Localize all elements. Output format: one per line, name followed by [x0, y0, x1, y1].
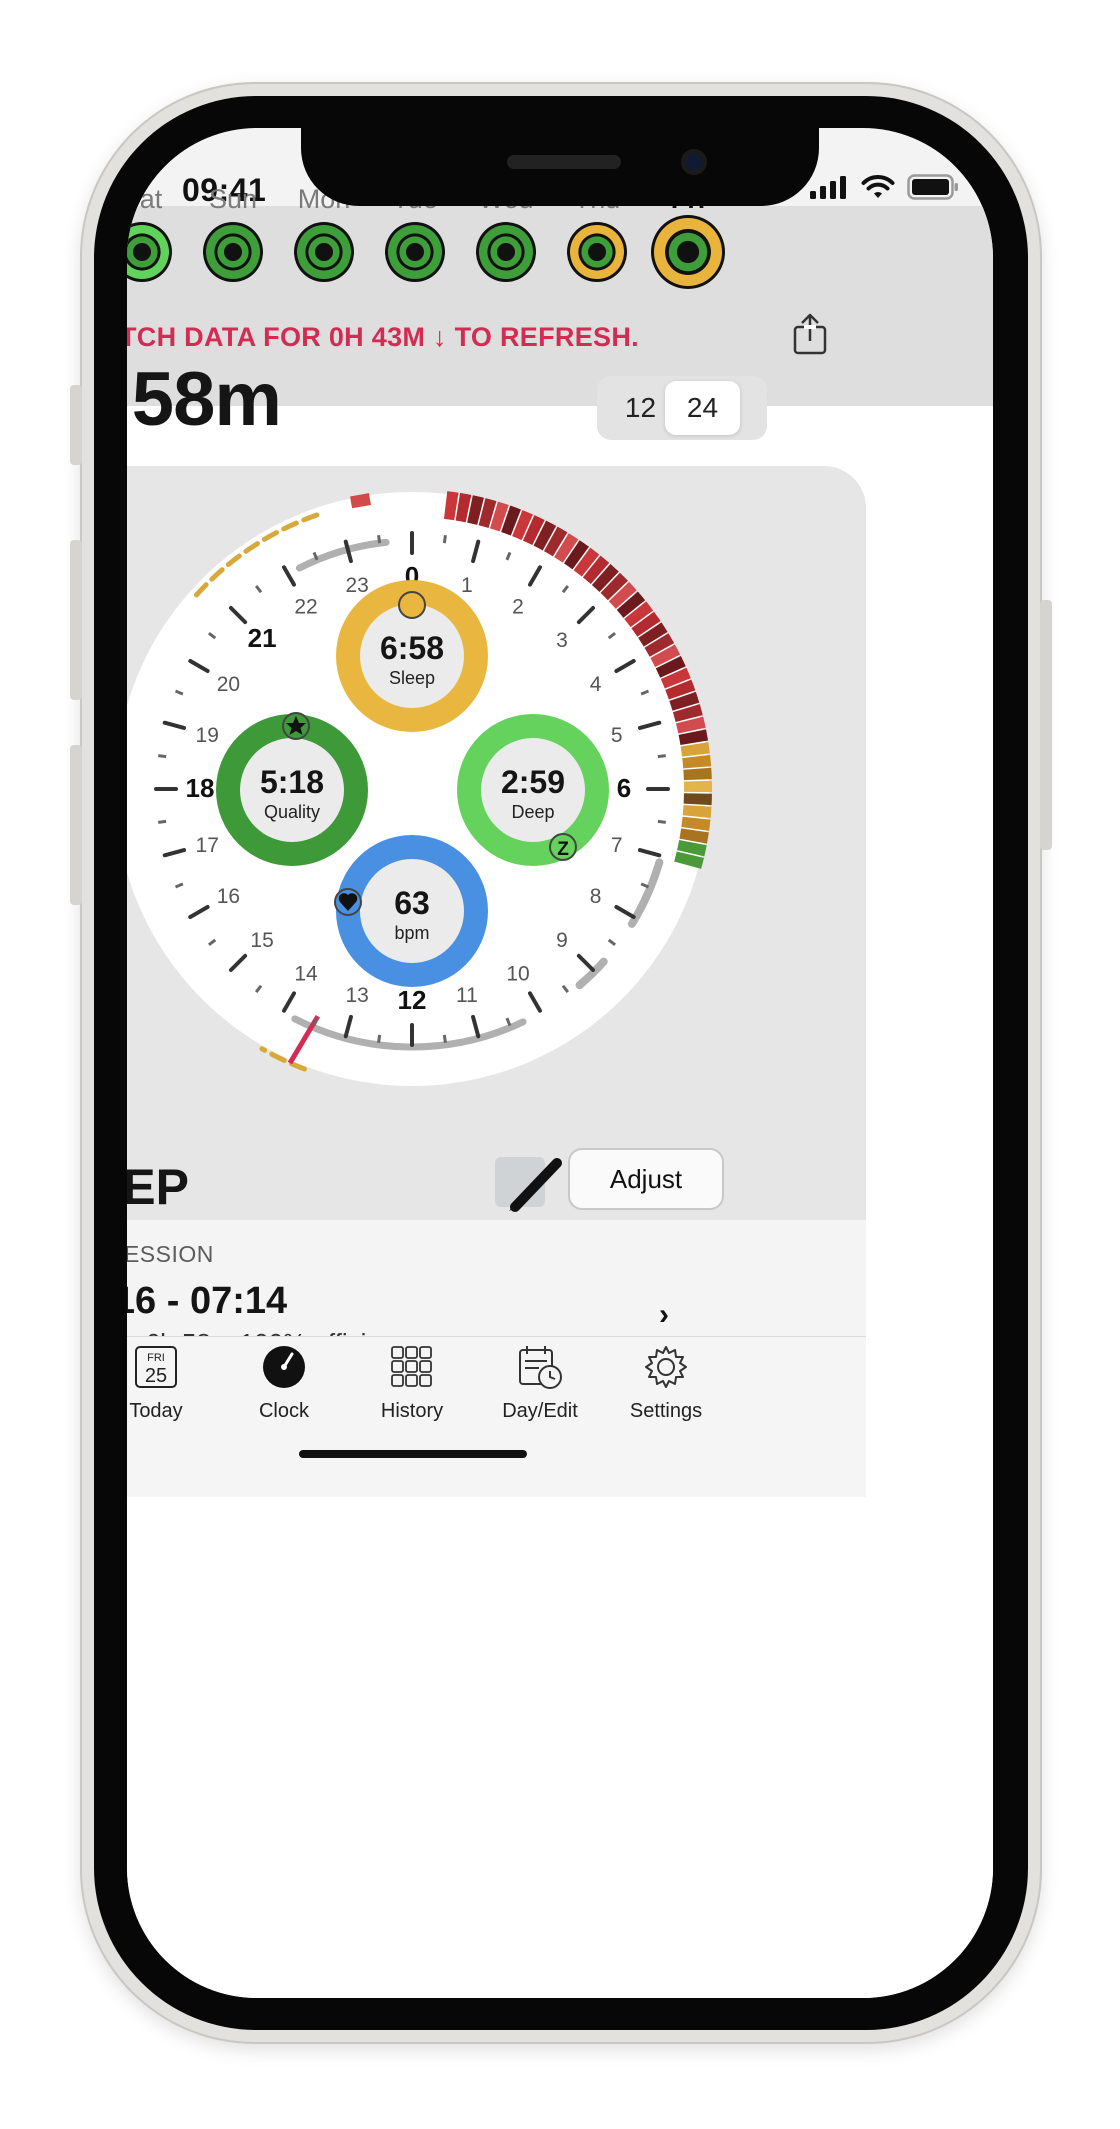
- bedtime-marker: [350, 493, 372, 509]
- heat-segment: [683, 767, 712, 781]
- power-button: [1040, 600, 1052, 850]
- hour-label: 10: [506, 963, 529, 986]
- metric-value: 63: [394, 885, 430, 921]
- tab-settings[interactable]: Settings: [606, 1344, 726, 1423]
- half-hour-tick: [657, 754, 667, 759]
- notch: [301, 128, 819, 206]
- signal-icon: [810, 176, 846, 199]
- hour-label: 15: [250, 929, 273, 952]
- tab-day-edit[interactable]: Day/Edit: [480, 1344, 600, 1423]
- sleep-clock: 0 12345678910111213141516171819202122236:…: [127, 491, 712, 1086]
- metric-value: 6:58: [380, 630, 444, 666]
- metric-heart[interactable]: 63bpm: [336, 835, 488, 987]
- session-time-range: 00:16 - 07:14: [127, 1280, 288, 1322]
- hour-label: 22: [294, 595, 317, 618]
- section-title: SLEEP: [127, 1159, 189, 1215]
- hour-label: 9: [556, 929, 568, 952]
- screen: 09:41 SatSunMonTueWedThuFri NO WATCH DAT…: [127, 128, 993, 1998]
- hour-label: 17: [196, 834, 219, 857]
- hour-label: 12: [398, 985, 427, 1015]
- star-icon: [282, 712, 310, 740]
- tab-label: Settings: [629, 1400, 703, 1422]
- hour-label: 18: [186, 773, 215, 803]
- volume-down-button: [70, 745, 82, 905]
- share-button[interactable]: [792, 313, 828, 360]
- heart-icon: [334, 888, 362, 916]
- day-ring-sat[interactable]: [127, 219, 175, 285]
- metric-label: Deep: [511, 802, 554, 822]
- calendar-icon: FRI25: [135, 1346, 177, 1388]
- day-ring-mon[interactable]: [291, 219, 357, 285]
- camera: [681, 149, 707, 175]
- tab-label: Day/Edit: [502, 1400, 578, 1422]
- half-hour-tick: [157, 819, 167, 824]
- day-ring-wed[interactable]: [473, 219, 539, 285]
- day-ring-tue[interactable]: [382, 219, 448, 285]
- hour-label: 2: [512, 595, 524, 618]
- hour-label: 5: [611, 724, 623, 747]
- z-icon: Z: [549, 833, 577, 861]
- tab-label: History: [380, 1400, 444, 1422]
- metric-label: bpm: [394, 923, 429, 943]
- hour-label: 4: [590, 673, 602, 696]
- hour-label: 6: [617, 773, 631, 803]
- half-hour-tick: [157, 754, 167, 759]
- half-hour-tick: [377, 534, 382, 544]
- hour-format-toggle: 12 24: [597, 376, 767, 440]
- adjust-button[interactable]: Adjust: [568, 1148, 724, 1210]
- calendar-date: 25: [145, 1365, 167, 1387]
- tab-today[interactable]: FRI 25 Today: [127, 1344, 216, 1423]
- grid-icon: [391, 1346, 432, 1387]
- hour-label: 23: [345, 574, 368, 597]
- hour-label: 3: [556, 629, 568, 652]
- hour-label: 1: [461, 574, 473, 597]
- wifi-icon: [861, 175, 895, 198]
- hour-label: 14: [294, 963, 318, 986]
- clock-icon: [263, 1346, 305, 1388]
- status-icons: [809, 174, 959, 200]
- gear-icon: [645, 1346, 687, 1388]
- hour-label: 21: [248, 623, 277, 653]
- tab-label: Today: [129, 1400, 183, 1422]
- tab-clock[interactable]: Clock: [224, 1344, 344, 1423]
- hour-label: 16: [217, 885, 240, 908]
- hour-label: 7: [611, 834, 623, 857]
- refresh-warning: NO WATCH DATA FOR 0H 43M ↓ TO REFRESH.: [127, 322, 639, 352]
- svg-text:Z: Z: [557, 839, 569, 860]
- silent-switch: [70, 385, 82, 465]
- metric-label: Quality: [264, 802, 320, 822]
- metric-value: 5:18: [260, 764, 324, 800]
- half-hour-tick: [657, 819, 667, 824]
- tab-history[interactable]: History: [352, 1344, 472, 1423]
- metric-value: 2:59: [501, 764, 565, 800]
- hour-label: 13: [345, 984, 368, 1007]
- hour-label: 20: [217, 673, 240, 696]
- half-hour-tick: [377, 1034, 382, 1044]
- tab-label: Clock: [258, 1400, 309, 1422]
- heat-segment: [683, 793, 712, 806]
- moon-icon: [398, 591, 426, 619]
- calendar-clock-icon: [519, 1346, 562, 1389]
- home-indicator: [299, 1450, 527, 1458]
- metric-deep[interactable]: 2:59Deep: [457, 714, 609, 866]
- hour-label: 11: [456, 984, 478, 1007]
- chevron-right-icon[interactable]: ›: [659, 1298, 669, 1332]
- hour-format-24-button[interactable]: 24: [665, 381, 740, 435]
- half-hour-tick: [442, 1034, 447, 1044]
- speaker: [507, 155, 621, 169]
- calendar-day: FRI: [147, 1352, 165, 1364]
- hour-label: 8: [590, 885, 602, 908]
- battery-icon: [907, 174, 958, 200]
- day-ring-fri[interactable]: [648, 212, 728, 292]
- day-ring-sun[interactable]: [200, 219, 266, 285]
- sleep-duration: 6h 58m: [127, 357, 282, 442]
- day-ring-thu[interactable]: [564, 219, 630, 285]
- heat-segment: [683, 780, 712, 793]
- volume-up-button: [70, 540, 82, 700]
- half-hour-tick: [442, 534, 447, 544]
- share-icon: [793, 313, 827, 355]
- hour-label: 19: [196, 724, 219, 747]
- metric-label: Sleep: [389, 668, 435, 688]
- session-header: SLEEP SESSION: [127, 1241, 214, 1267]
